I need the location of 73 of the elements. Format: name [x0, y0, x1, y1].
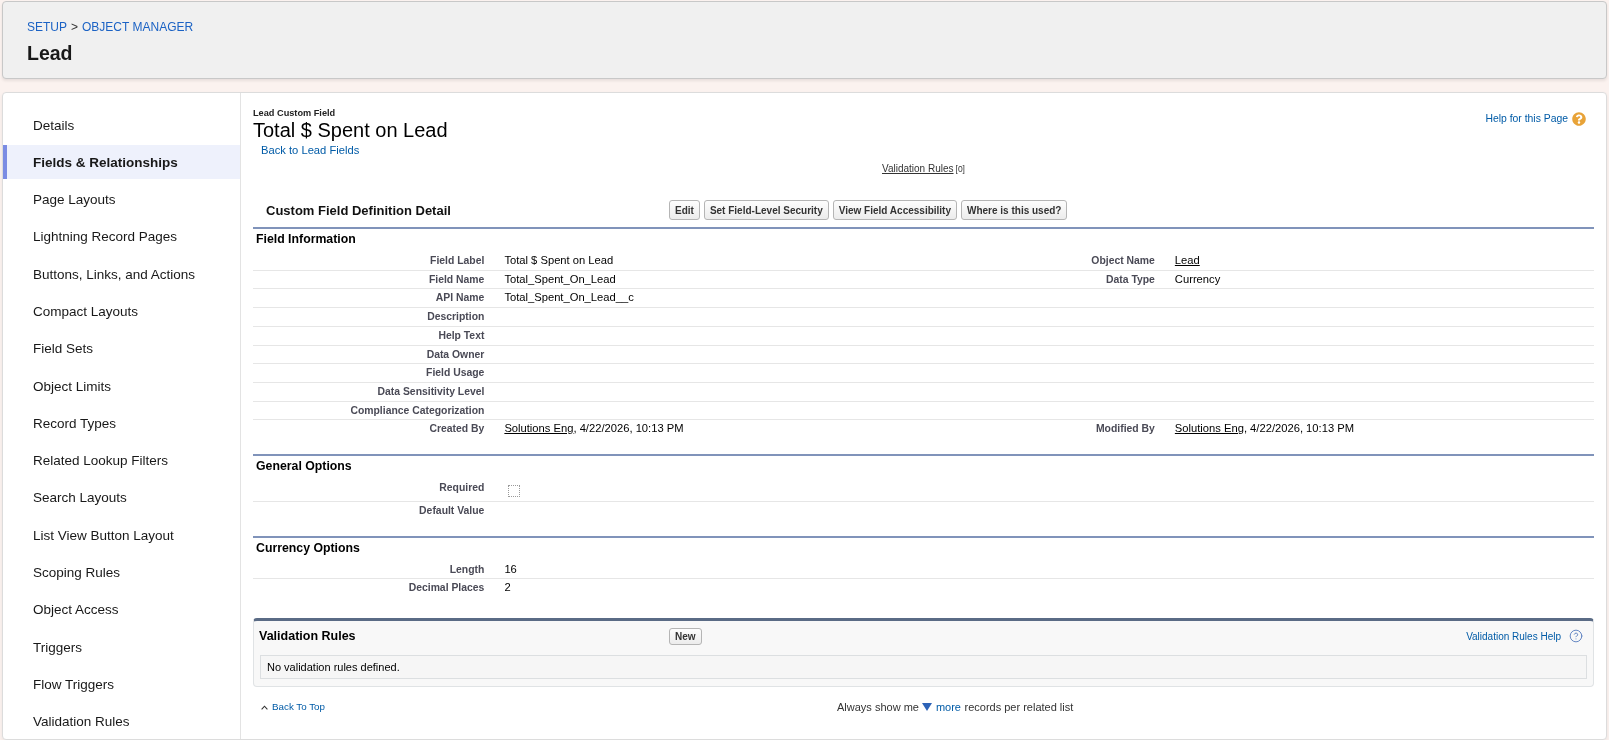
field-label: Default Value	[418, 504, 486, 519]
new-button[interactable]: New	[669, 627, 702, 645]
sidebar-item[interactable]: Details	[3, 108, 240, 142]
field-label: Help Text	[437, 328, 486, 343]
help-link[interactable]: Help for this Page	[1485, 112, 1568, 126]
user-link[interactable]: Solutions Eng	[1174, 422, 1244, 435]
field-label: Compliance Categorization	[349, 403, 486, 418]
field-title: Total $ Spent on Lead	[253, 119, 448, 141]
sidebar-item[interactable]: Related Lookup Filters	[3, 443, 240, 478]
sidebar-item[interactable]: Fields & Relationships	[3, 145, 240, 180]
field-value: Total $ Spent on Lead	[504, 254, 614, 266]
timestamp-text: , 4/22/2026, 10:13 PM	[1243, 422, 1354, 435]
empty-message: No validation rules defined.	[260, 655, 1587, 680]
object-title: Lead	[27, 41, 74, 65]
field-label: Description	[426, 310, 486, 325]
field-label: Decimal Places	[407, 581, 486, 596]
field-label: Field Usage	[425, 366, 486, 381]
sidebar-item[interactable]: Validation Rules	[3, 704, 240, 739]
help-icon[interactable]	[1569, 629, 1583, 644]
action-button[interactable]: Edit	[669, 200, 700, 220]
sidebar-item[interactable]: Field Sets	[3, 331, 240, 366]
record-link[interactable]: Lead	[1174, 254, 1200, 266]
count-text: [0]	[955, 163, 965, 176]
field-label: Data Sensitivity Level	[376, 384, 486, 399]
more-link[interactable]: more	[935, 700, 961, 715]
triangle-down-icon[interactable]	[922, 703, 933, 712]
breadcrumb-link[interactable]: SETUP	[27, 19, 67, 36]
field-label: Field Name	[427, 272, 486, 287]
sidebar-item[interactable]: Object Limits	[3, 369, 240, 404]
field-label: Object Name	[1090, 254, 1156, 268]
field-label: API Name	[434, 291, 486, 306]
field-label: Data Type	[1104, 272, 1156, 287]
field-label: Created By	[428, 422, 486, 437]
sidebar-item[interactable]: Object Access	[3, 592, 240, 627]
section-heading: Currency Options	[255, 539, 361, 557]
section-heading: General Options	[255, 458, 353, 476]
sidebar-item[interactable]: Triggers	[3, 630, 240, 665]
field-value: Total_Spent_On_Lead	[504, 272, 616, 285]
field-value: 16	[504, 562, 517, 575]
breadcrumb-separator: >	[71, 19, 79, 36]
action-button[interactable]: View Field Accessibility	[832, 200, 957, 220]
field-value: Currency	[1174, 272, 1221, 285]
footer-text: records per related list	[964, 700, 1074, 715]
caret-up-icon[interactable]	[261, 704, 268, 710]
help-link[interactable]: Validation Rules Help	[1466, 630, 1561, 642]
sidebar-item[interactable]: Scoping Rules	[3, 555, 240, 590]
related-list-title: Validation Rules	[258, 628, 357, 646]
sidebar-item[interactable]: List View Button Layout	[3, 518, 240, 553]
field-label: Data Owner	[425, 347, 486, 362]
sidebar-item[interactable]: Compact Layouts	[3, 294, 240, 329]
field-value: Total_Spent_On_Lead__c	[504, 291, 634, 304]
field-label: Field Label	[429, 254, 486, 268]
detail-title: Custom Field Definition Detail	[265, 202, 452, 218]
section-heading: Field Information	[255, 231, 357, 248]
related-list-link[interactable]: Validation Rules	[882, 162, 954, 175]
back-link[interactable]: Back to Lead Fields	[261, 143, 360, 157]
field-label: Required	[438, 481, 486, 496]
footer-text: Always show me	[837, 700, 919, 715]
action-button[interactable]: Set Field-Level Security	[703, 200, 829, 220]
timestamp-text: , 4/22/2026, 10:13 PM	[573, 422, 684, 435]
field-label: Modified By	[1094, 422, 1156, 437]
back-to-top-link[interactable]: Back To Top	[272, 700, 325, 715]
sidebar-item[interactable]: Flow Triggers	[3, 667, 240, 702]
action-button[interactable]: Where is this used?	[961, 200, 1068, 220]
sidebar-item[interactable]: Record Types	[3, 406, 240, 441]
sidebar-item[interactable]: Page Layouts	[3, 182, 240, 217]
page-subtitle: Lead Custom Field	[253, 107, 336, 119]
field-value: 2	[504, 581, 511, 594]
sidebar-item[interactable]: Buttons, Links, and Actions	[3, 257, 240, 292]
breadcrumb-link[interactable]: OBJECT MANAGER	[82, 19, 194, 36]
sidebar-item[interactable]: Search Layouts	[3, 480, 240, 515]
field-label: Length	[448, 562, 486, 577]
sidebar-item[interactable]: Lightning Record Pages	[3, 219, 240, 254]
